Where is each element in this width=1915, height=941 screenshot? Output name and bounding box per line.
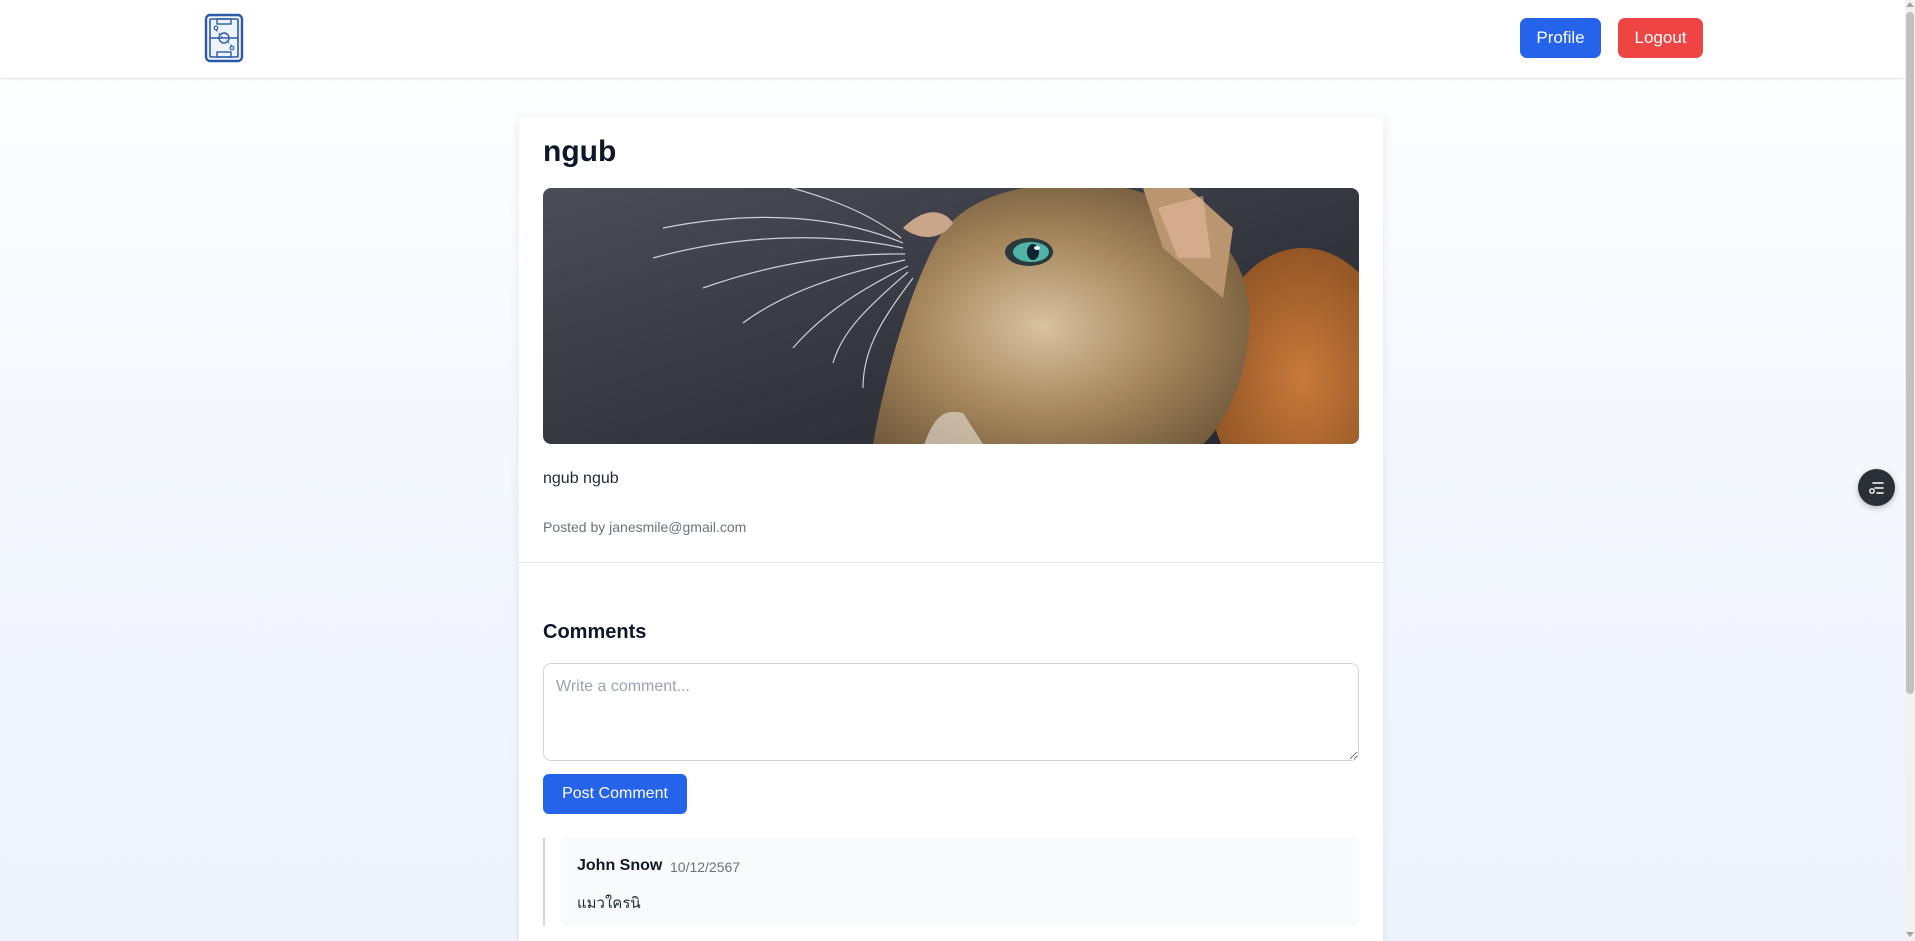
post-body-text: ngub ngub <box>543 470 619 487</box>
comment-author: John Snow <box>577 857 663 874</box>
page-scrollbar[interactable] <box>1905 0 1915 941</box>
post-comment-button[interactable]: Post Comment <box>543 774 687 814</box>
profile-button[interactable]: Profile <box>1520 18 1601 58</box>
posted-by-label: Posted by <box>543 519 606 535</box>
comment-date: 10/12/2567 <box>670 859 741 875</box>
comment-item: John Snow 10/12/2567 แมวใครนิ <box>561 838 1359 926</box>
post-title: ngub <box>543 135 617 168</box>
scroll-down-arrow-icon[interactable] <box>1906 932 1914 937</box>
filter-settings-icon[interactable] <box>1858 469 1895 506</box>
top-navbar: Profile Logout <box>0 0 1905 79</box>
post-card: ngub ngub ngub Posted by janesmile@gmail… <box>519 117 1383 941</box>
comment-list: John Snow 10/12/2567 แมวใครนิ <box>543 838 1361 926</box>
post-author-email: janesmile@gmail.com <box>609 519 747 535</box>
logout-button[interactable]: Logout <box>1618 18 1703 58</box>
comment-text: แมวใครนิ <box>577 895 641 912</box>
football-pitch-logo-icon[interactable] <box>204 13 244 63</box>
post-image <box>543 188 1359 444</box>
scrollbar-thumb[interactable] <box>1906 12 1914 694</box>
section-divider <box>519 562 1383 563</box>
comments-heading: Comments <box>543 621 647 643</box>
post-author-line: Posted by janesmile@gmail.com <box>543 519 746 535</box>
comment-input[interactable] <box>543 663 1359 761</box>
scroll-up-arrow-icon[interactable] <box>1906 2 1914 7</box>
